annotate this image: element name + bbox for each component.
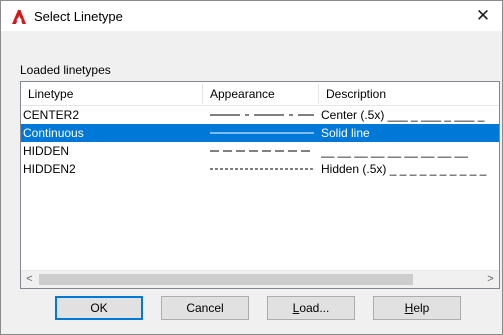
cancel-button[interactable]: Cancel — [161, 296, 249, 320]
column-header-linetype[interactable]: Linetype — [21, 82, 203, 105]
ok-button-label: OK — [90, 301, 108, 315]
linetype-name: HIDDEN2 — [23, 162, 76, 176]
load-button[interactable]: Load... — [267, 296, 355, 320]
scroll-right-arrow-icon[interactable]: > — [482, 271, 499, 288]
linetype-appearance — [206, 124, 320, 142]
linetype-name: HIDDEN — [23, 144, 70, 158]
ok-button[interactable]: OK — [55, 296, 143, 320]
help-rest: elp — [413, 301, 430, 315]
linetype-name: Continuous — [23, 126, 84, 140]
scroll-left-arrow-icon[interactable]: < — [21, 271, 38, 288]
loaded-linetypes-label: Loaded linetypes — [20, 63, 111, 77]
list-item-selected[interactable]: Continuous Solid line — [21, 124, 499, 142]
cancel-button-label: Cancel — [186, 301, 224, 315]
linetype-appearance — [206, 160, 320, 178]
list-item[interactable]: HIDDEN __ __ __ __ __ __ __ __ __ — [21, 142, 499, 160]
column-header-appearance[interactable]: Appearance — [203, 82, 318, 105]
scroll-thumb[interactable] — [39, 274, 413, 285]
linetype-name: CENTER2 — [23, 108, 80, 122]
linetype-description: Center (.5x) ___ _ ___ _ ___ _ — [321, 108, 485, 122]
linetype-list[interactable]: Linetype Appearance Description CENTER2 … — [20, 81, 500, 289]
load-rest: oad... — [299, 301, 330, 315]
linetype-description: Hidden (.5x) _ _ _ _ _ _ _ _ _ _ — [321, 162, 487, 176]
help-button-label: Help — [405, 301, 430, 315]
title-bar: Select Linetype ✕ — [1, 1, 502, 31]
autocad-a-icon — [12, 10, 26, 24]
column-header-description[interactable]: Description — [319, 82, 499, 105]
select-linetype-dialog: Select Linetype ✕ Loaded linetypes Linet… — [0, 0, 503, 335]
list-item[interactable]: CENTER2 Center (.5x) ___ _ ___ _ ___ _ — [21, 106, 499, 124]
close-icon: ✕ — [475, 6, 491, 25]
close-button[interactable]: ✕ — [464, 1, 502, 31]
help-button[interactable]: Help — [373, 296, 461, 320]
load-button-label: Load... — [293, 301, 330, 315]
list-item[interactable]: HIDDEN2 Hidden (.5x) _ _ _ _ _ _ _ _ _ _ — [21, 160, 499, 178]
horizontal-scrollbar[interactable]: < > — [21, 270, 499, 288]
linetype-description: __ __ __ __ __ __ __ __ __ — [321, 144, 468, 158]
window-title: Select Linetype — [34, 9, 123, 24]
linetype-description: Solid line — [321, 126, 370, 140]
list-header: Linetype Appearance Description — [21, 82, 499, 106]
linetype-appearance — [206, 106, 320, 124]
linetype-appearance — [206, 142, 320, 160]
